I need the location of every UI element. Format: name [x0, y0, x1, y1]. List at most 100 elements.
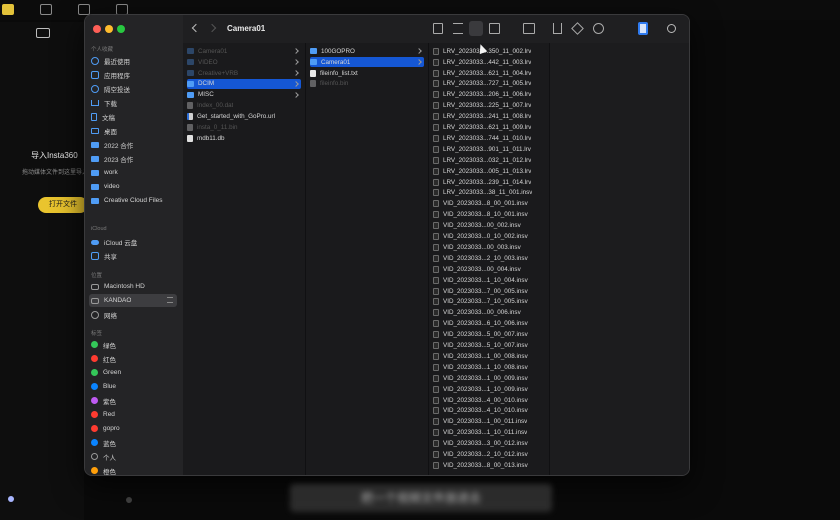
folder-icon[interactable] — [78, 4, 90, 15]
file-row[interactable]: fileinfo.bin — [310, 79, 424, 90]
file-row[interactable]: LRV_2023033...744_11_010.lrv — [433, 133, 545, 144]
sidebar-item[interactable]: Red — [89, 408, 177, 421]
home-icon[interactable] — [2, 4, 14, 15]
file-row[interactable]: MISC — [187, 90, 301, 101]
sidebar-item[interactable]: Blue — [89, 380, 177, 393]
back-button[interactable] — [191, 23, 201, 33]
forward-button[interactable] — [207, 23, 217, 33]
sidebar-item[interactable]: 红色 — [89, 352, 177, 365]
sidebar-item[interactable]: 个人 — [89, 450, 177, 463]
eject-icon[interactable] — [167, 297, 173, 303]
sidebar-item[interactable]: iCloud 云盘 — [89, 235, 177, 248]
column-view-button[interactable] — [469, 21, 483, 36]
file-row[interactable]: VID_2023033...00_002.insv — [433, 220, 545, 231]
file-row[interactable]: Index_00.dat — [187, 101, 301, 112]
file-row[interactable]: VID_2023033...1_10_011.insv — [433, 428, 545, 439]
finder-column-3[interactable]: LRV_2023033...350_11_002.lrv LRV_2023033.… — [429, 43, 550, 475]
file-row[interactable]: mdb11.db — [187, 133, 301, 144]
file-row[interactable]: VID_2023033...0_10_002.insv — [433, 231, 545, 242]
tag-icon[interactable] — [571, 22, 584, 35]
file-row[interactable]: VID_2023033...7_00_005.insv — [433, 286, 545, 297]
finder-column-1[interactable]: Camera01 VIDEO Creative+VRB DCIM MISC Index_0… — [183, 43, 306, 475]
file-row[interactable]: LRV_2023033...239_11_014.lrv — [433, 177, 545, 188]
sidebar-item[interactable]: video — [89, 180, 177, 193]
sidebar-item[interactable]: Macintosh HD — [89, 280, 177, 293]
sidebar-item[interactable]: 2023 合作 — [89, 152, 177, 165]
file-row[interactable]: VID_2023033...1_10_009.insv — [433, 384, 545, 395]
file-row[interactable]: VID_2023033...6_10_006.insv — [433, 319, 545, 330]
file-row[interactable]: VID_2023033...7_10_005.insv — [433, 297, 545, 308]
sidebar-item[interactable]: 文稿 — [89, 110, 177, 123]
file-row[interactable]: VID_2023033...4_10_010.insv — [433, 406, 545, 417]
sidebar-item[interactable]: Green — [89, 366, 177, 379]
file-row[interactable]: LRV_2023033...241_11_008.lrv — [433, 111, 545, 122]
file-row[interactable]: VIDEO — [187, 57, 301, 68]
file-row[interactable]: LRV_2023033...005_11_013.lrv — [433, 166, 545, 177]
file-row[interactable]: VID_2023033...4_00_010.insv — [433, 395, 545, 406]
file-row[interactable]: VID_2023033...8_00_001.insv — [433, 199, 545, 210]
file-row[interactable]: VID_2023033...00_004.insv — [433, 264, 545, 275]
sidebar-item[interactable]: 绿色 — [89, 338, 177, 351]
sidebar-item[interactable]: 橙色 — [89, 464, 177, 475]
share-icon[interactable] — [553, 23, 562, 34]
sidebar-item[interactable]: 共享 — [89, 249, 177, 262]
file-row[interactable]: VID_2023033...1_00_011.insv — [433, 417, 545, 428]
close-window-button[interactable] — [93, 25, 101, 33]
file-row[interactable]: VID_2023033...8_00_013.insv — [433, 460, 545, 471]
file-row[interactable]: fileinfo_list.txt — [310, 68, 424, 79]
file-row[interactable]: LRV_2023033...727_11_005.lrv — [433, 79, 545, 90]
sidebar-item[interactable]: 网络 — [89, 308, 177, 321]
more-actions-icon[interactable] — [593, 23, 604, 34]
sidebar-item[interactable]: 下载 — [89, 96, 177, 109]
file-row[interactable]: VID_2023033...1_00_008.insv — [433, 351, 545, 362]
sidebar-item[interactable]: 2022 合作 — [89, 138, 177, 151]
file-row[interactable]: VID_2023033...3_00_012.insv — [433, 438, 545, 449]
sidebar-item[interactable]: KANDAO — [89, 294, 177, 307]
sidebar-item[interactable]: 最近使用 — [89, 54, 177, 67]
file-row[interactable]: VID_2023033...1_10_008.insv — [433, 362, 545, 373]
sidebar-item[interactable]: gopro — [89, 422, 177, 435]
file-row[interactable]: VID_2023033...5_00_007.insv — [433, 329, 545, 340]
file-row[interactable]: LRV_2023033...621_11_009.lrv — [433, 122, 545, 133]
list-view-icon[interactable] — [453, 23, 463, 34]
file-row[interactable]: LRV_2023033...901_11_011.lrv — [433, 144, 545, 155]
file-row[interactable]: VID_2023033...00_006.insv — [433, 308, 545, 319]
zoom-window-button[interactable] — [117, 25, 125, 33]
file-row[interactable]: VID_2023033...00_003.insv — [433, 242, 545, 253]
sidebar-item[interactable]: 隔空投送 — [89, 82, 177, 95]
file-row[interactable]: VID_2023033...2_10_003.insv — [433, 253, 545, 264]
file-row[interactable]: Creative+VRB — [187, 68, 301, 79]
file-row[interactable]: Camera01 — [187, 46, 301, 57]
library-icon[interactable] — [40, 4, 52, 15]
sidebar-item[interactable]: 桌面 — [89, 124, 177, 137]
sidebar-item[interactable]: work — [89, 166, 177, 179]
file-row[interactable]: LRV_2023033...621_11_004.lrv — [433, 68, 545, 79]
file-row[interactable]: VID_2023033...1_10_004.insv — [433, 275, 545, 286]
sidebar-item[interactable]: 紫色 — [89, 394, 177, 407]
finder-column-2[interactable]: 100GOPRO Camera01 fileinfo_list.txt fileinf… — [306, 43, 429, 475]
sidebar-item[interactable]: 应用程序 — [89, 68, 177, 81]
file-row[interactable]: Camera01 — [310, 56, 424, 68]
gallery-view-icon[interactable] — [489, 23, 500, 34]
sidebar-item[interactable]: Creative Cloud Files — [89, 194, 177, 207]
minimize-window-button[interactable] — [105, 25, 113, 33]
file-row[interactable]: LRV_2023033...206_11_006.lrv — [433, 90, 545, 101]
icon-view-icon[interactable] — [433, 23, 443, 34]
file-row[interactable]: LRV_2023033...442_11_003.lrv — [433, 57, 545, 68]
search-icon[interactable] — [667, 24, 676, 33]
file-row[interactable]: LRV_2023033...38_11_001.insv — [433, 188, 545, 199]
file-row[interactable]: Get_started_with_GoPro.url — [187, 111, 301, 122]
grid-view-icon[interactable] — [36, 28, 50, 38]
file-row[interactable]: VID_2023033...2_10_012.insv — [433, 449, 545, 460]
file-row[interactable]: VID_2023033...1_00_009.insv — [433, 373, 545, 384]
group-icon[interactable] — [523, 23, 535, 34]
file-row[interactable]: LRV_2023033...032_11_012.lrv — [433, 155, 545, 166]
preview-app-icon[interactable] — [638, 22, 648, 35]
open-file-button[interactable]: 打开文件 — [38, 197, 88, 213]
file-row[interactable]: DCIM — [187, 78, 301, 90]
file-row[interactable]: insta_0_11.bin — [187, 122, 301, 133]
sidebar-item[interactable]: 蓝色 — [89, 436, 177, 449]
file-row[interactable]: LRV_2023033...225_11_007.lrv — [433, 101, 545, 112]
file-row[interactable]: VID_2023033...8_10_001.insv — [433, 210, 545, 221]
file-row[interactable]: 100GOPRO — [310, 46, 424, 57]
